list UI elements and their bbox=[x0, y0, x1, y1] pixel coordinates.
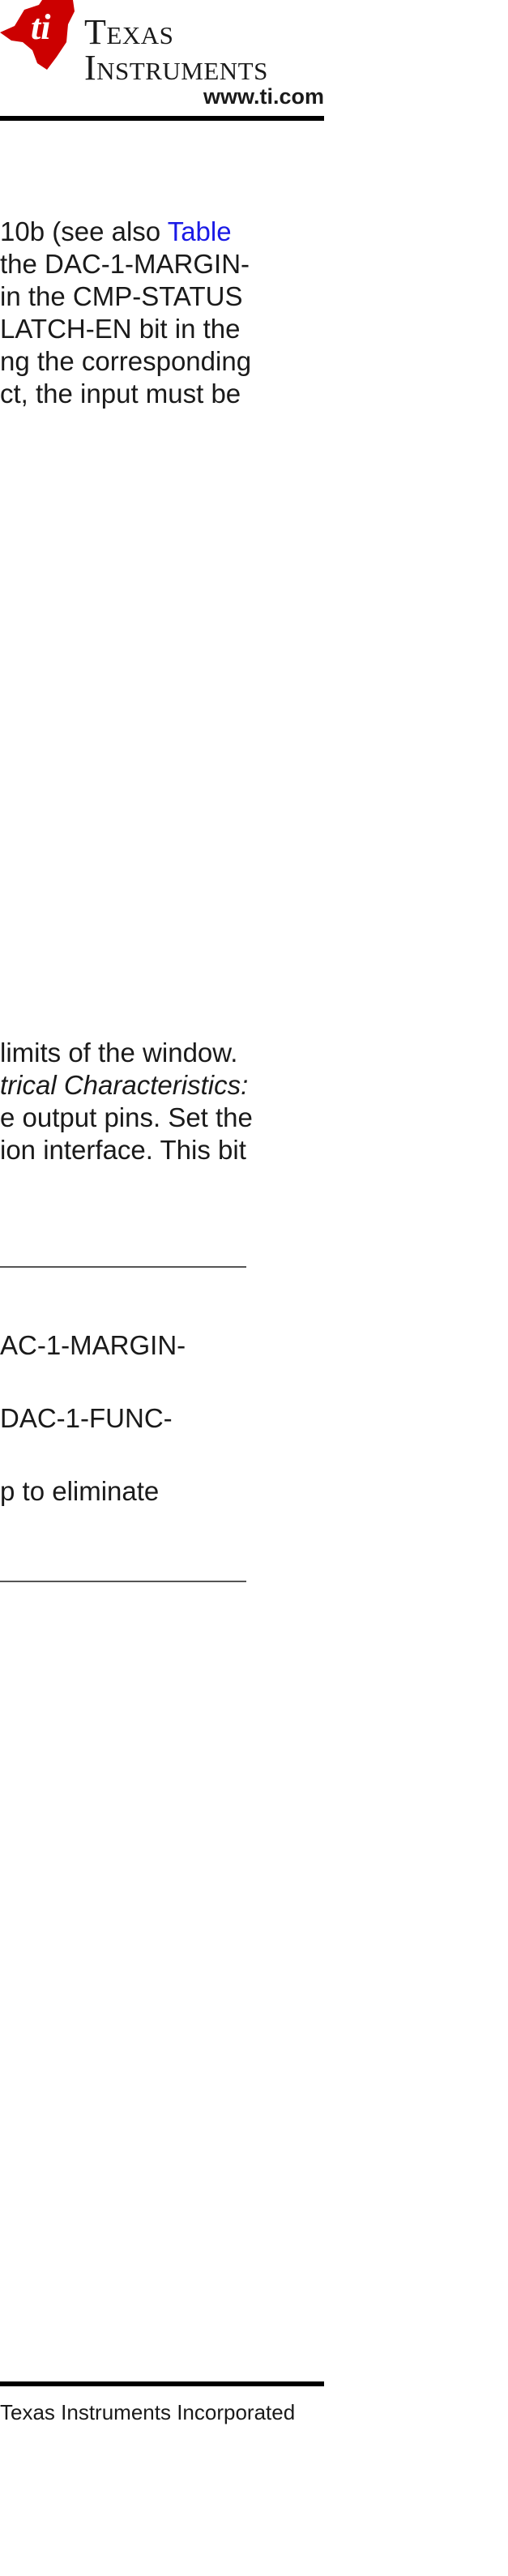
paragraph-line: in the CMP-STATUS bbox=[0, 281, 243, 311]
paragraph-line-italic: trical Characteristics: bbox=[0, 1070, 249, 1100]
paragraph-line: e output pins. Set the bbox=[0, 1102, 253, 1132]
logo-line-instruments: Instruments bbox=[84, 48, 268, 88]
note-line: AC-1-MARGIN- bbox=[0, 1330, 186, 1360]
ti-logo-icon: ti bbox=[0, 0, 75, 70]
svg-text:ti: ti bbox=[31, 7, 51, 47]
paragraph-line: the DAC-1-MARGIN- bbox=[0, 249, 250, 279]
note-line: DAC-1-FUNC- bbox=[0, 1403, 173, 1433]
paragraph-line: ion interface. This bit bbox=[0, 1135, 246, 1165]
paragraph-line: ct, the input must be bbox=[0, 379, 241, 409]
body-paragraph-2: limits of the window. trical Characteris… bbox=[0, 1037, 314, 1166]
note-top-rule bbox=[0, 1266, 246, 1268]
table-reference-link[interactable]: Table bbox=[168, 216, 232, 246]
footer-copyright: Texas Instruments Incorporated bbox=[0, 2400, 296, 2424]
footer-rule bbox=[0, 2381, 324, 2386]
body-paragraph-1: 10b (see also Table the DAC-1-MARGIN- in… bbox=[0, 216, 314, 410]
note-bottom-rule bbox=[0, 1581, 246, 1582]
site-url-link[interactable]: www.ti.com bbox=[203, 84, 324, 109]
ti-wordmark: Texas Instruments bbox=[84, 15, 268, 86]
ti-logo: ti Texas Instruments bbox=[0, 0, 324, 86]
paragraph-line: LATCH-EN bit in the bbox=[0, 314, 241, 344]
paragraph-line: 10b (see also Table bbox=[0, 216, 232, 246]
paragraph-line: ng the corresponding bbox=[0, 346, 252, 376]
note-line: p to eliminate bbox=[0, 1476, 160, 1506]
logo-line-texas: Texas bbox=[84, 12, 174, 52]
header-rule bbox=[0, 116, 324, 121]
paragraph-line: limits of the window. bbox=[0, 1038, 238, 1068]
